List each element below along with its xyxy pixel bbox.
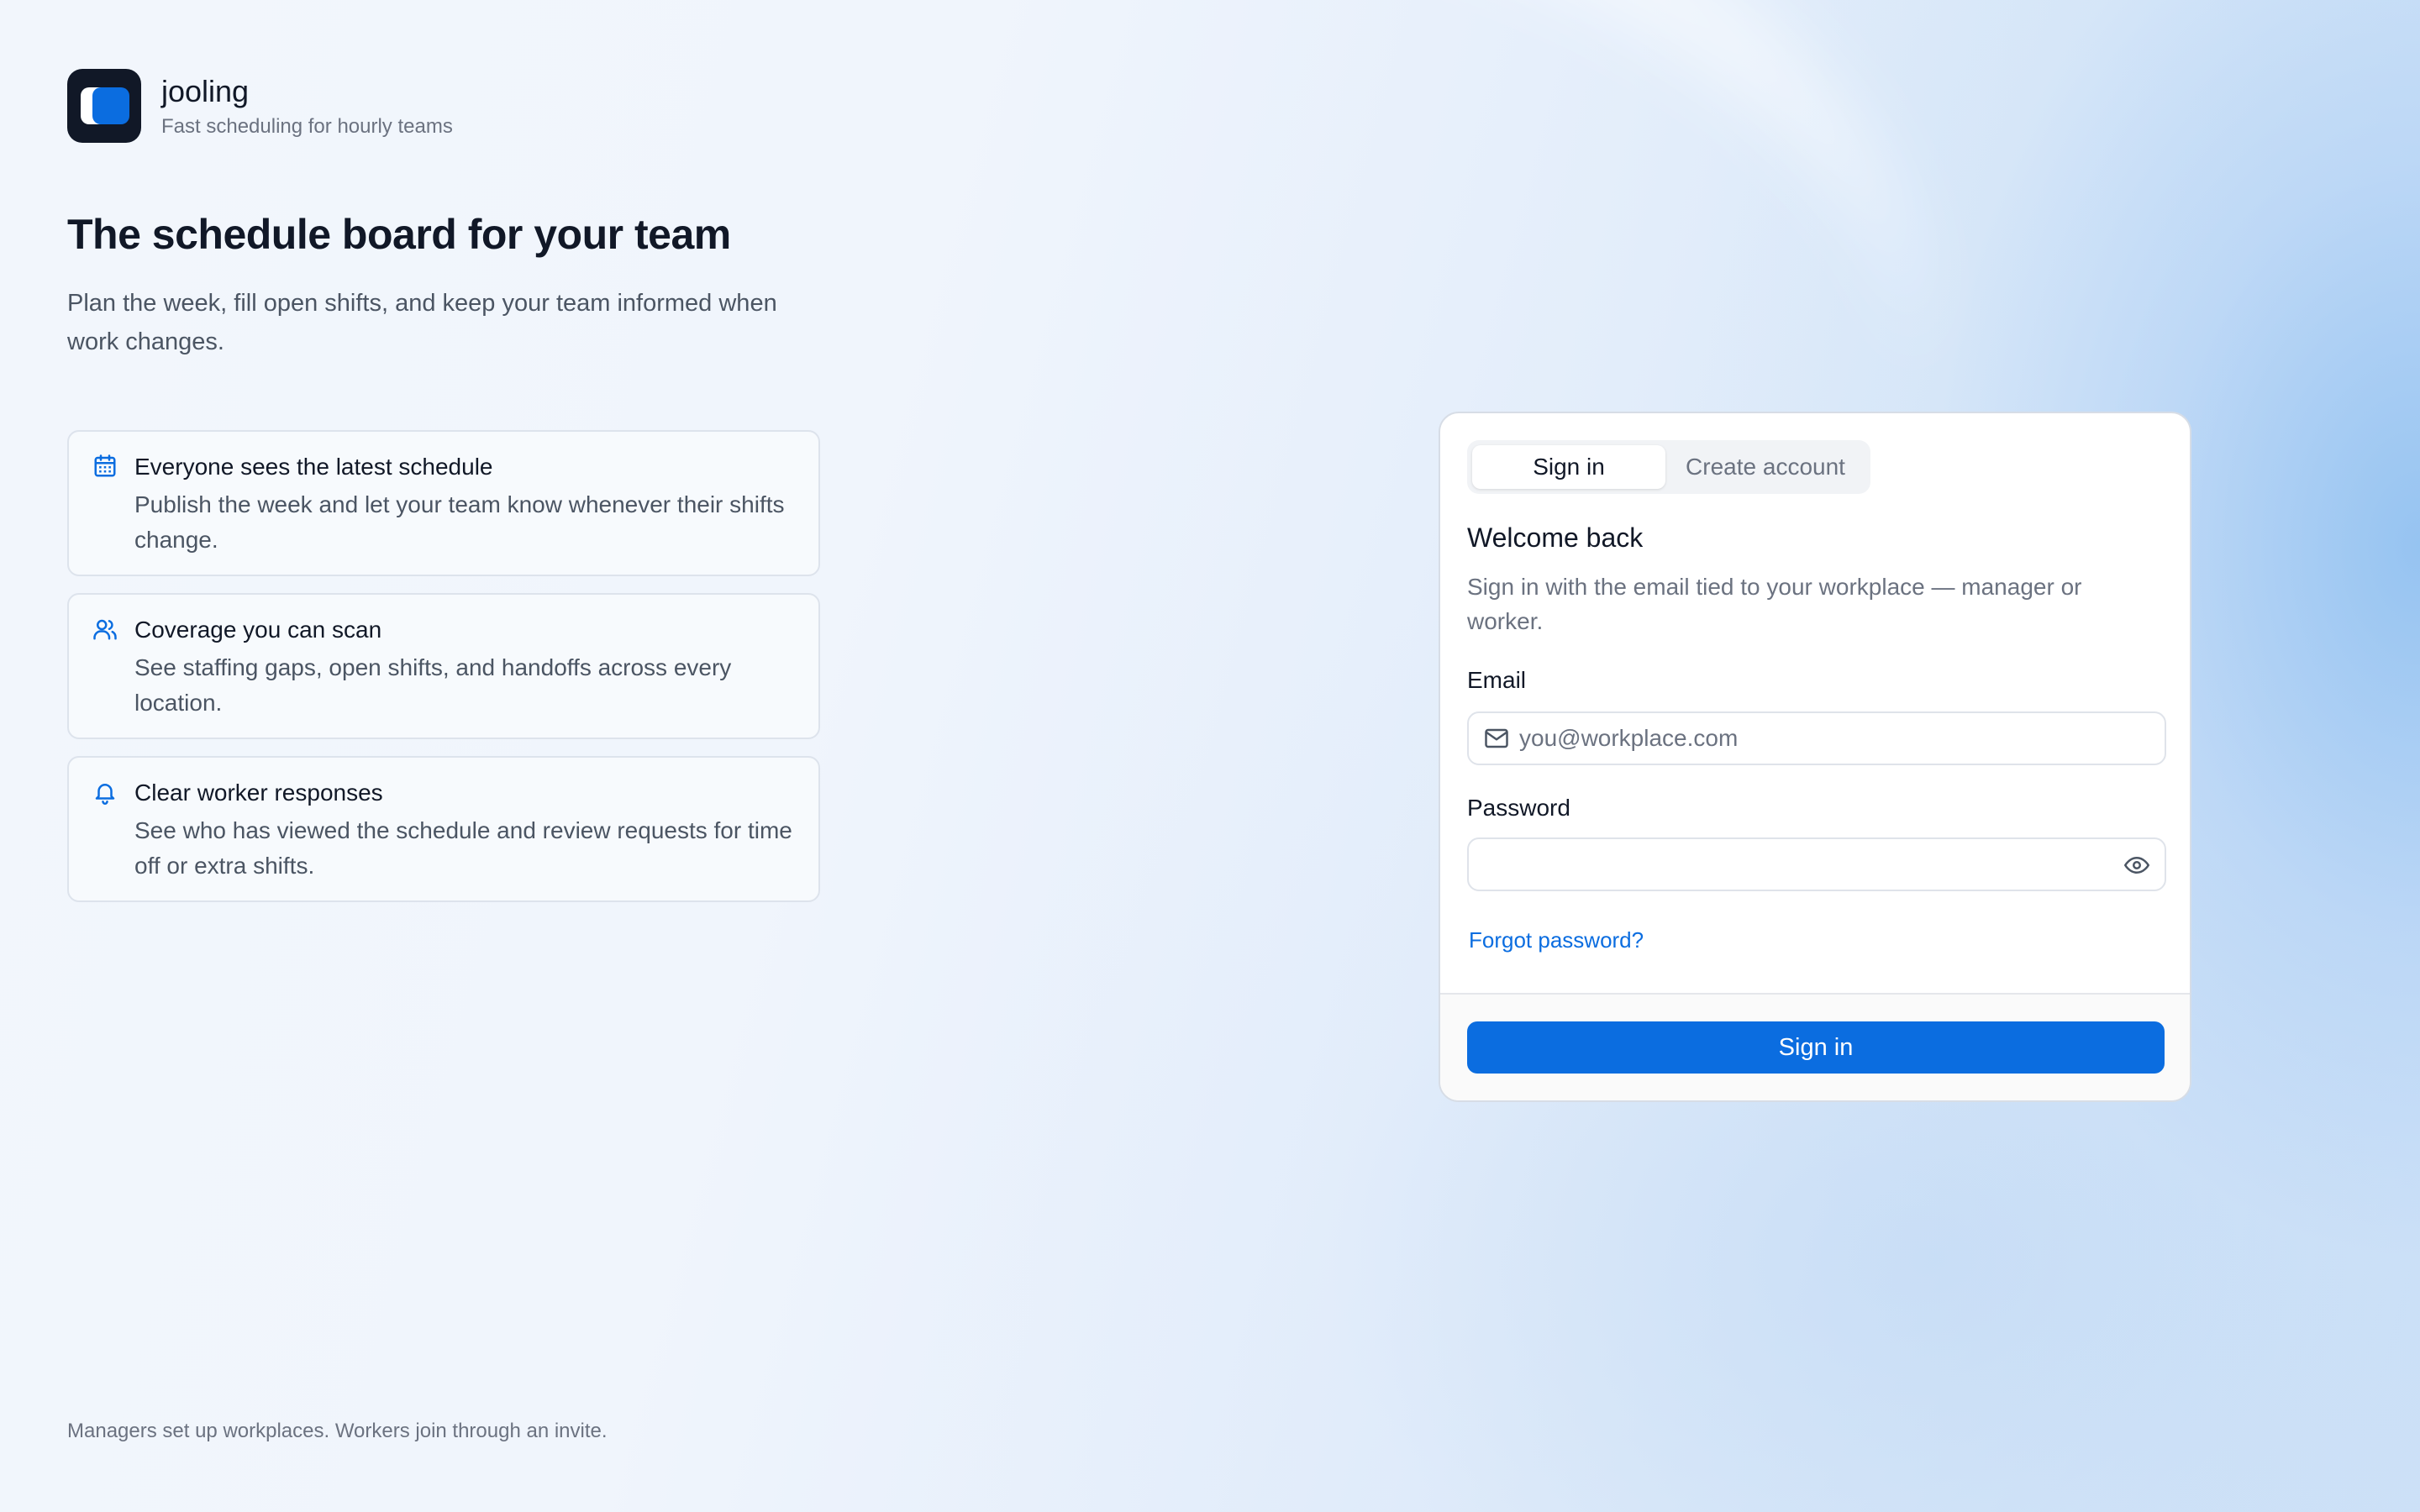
- auth-tabs: Sign in Create account: [1467, 440, 1870, 494]
- auth-subheading: Sign in with the email tied to your work…: [1467, 574, 2082, 634]
- email-input[interactable]: [1519, 713, 2158, 764]
- calendar-icon: [94, 454, 116, 477]
- feature-card-coverage: Coverage you can scan See staffing gaps,…: [67, 593, 820, 739]
- feature-card-latest-schedule: Everyone sees the latest schedule Publis…: [67, 430, 820, 576]
- tab-create-account[interactable]: Create account: [1665, 445, 1865, 489]
- brand-tagline: Fast scheduling for hourly teams: [161, 115, 453, 138]
- email-field-wrapper: [1467, 711, 2166, 765]
- hero-title: The schedule board for your team: [67, 211, 731, 258]
- auth-card-footer: Sign in: [1440, 993, 2190, 1100]
- password-label: Password: [1467, 795, 1570, 821]
- forgot-password-link[interactable]: Forgot password?: [1469, 927, 1644, 953]
- password-input[interactable]: [1486, 839, 2124, 890]
- jooling-logo: [67, 69, 141, 143]
- hero-subtitle: Plan the week, fill open shifts, and kee…: [67, 290, 777, 355]
- brand-name: jooling: [161, 74, 250, 108]
- feature-title: Coverage you can scan: [134, 617, 382, 643]
- feature-title: Everyone sees the latest schedule: [134, 454, 493, 480]
- password-field-wrapper: [1467, 837, 2166, 891]
- sign-in-button[interactable]: Sign in: [1467, 1021, 2165, 1074]
- email-label: Email: [1467, 667, 1527, 693]
- eye-icon[interactable]: [2124, 854, 2149, 876]
- bell-icon: [95, 784, 115, 805]
- feature-list: Everyone sees the latest schedule Publis…: [67, 430, 820, 919]
- tab-sign-in[interactable]: Sign in: [1472, 445, 1665, 489]
- feature-body: Publish the week and let your team know …: [134, 491, 785, 553]
- footer-note: Managers set up workplaces. Workers join…: [67, 1420, 608, 1442]
- auth-heading: Welcome back: [1467, 522, 1644, 553]
- feature-body: See who has viewed the schedule and revi…: [134, 817, 792, 879]
- brand-header: jooling Fast scheduling for hourly teams: [67, 69, 453, 143]
- mail-icon: [1485, 728, 1508, 748]
- feature-title: Clear worker responses: [134, 780, 383, 806]
- auth-card: Sign in Create account Welcome back Sign…: [1439, 412, 2191, 1102]
- feature-body: See staffing gaps, open shifts, and hand…: [134, 654, 732, 716]
- users-icon: [93, 619, 117, 640]
- feature-card-worker-responses: Clear worker responses See who has viewe…: [67, 756, 820, 902]
